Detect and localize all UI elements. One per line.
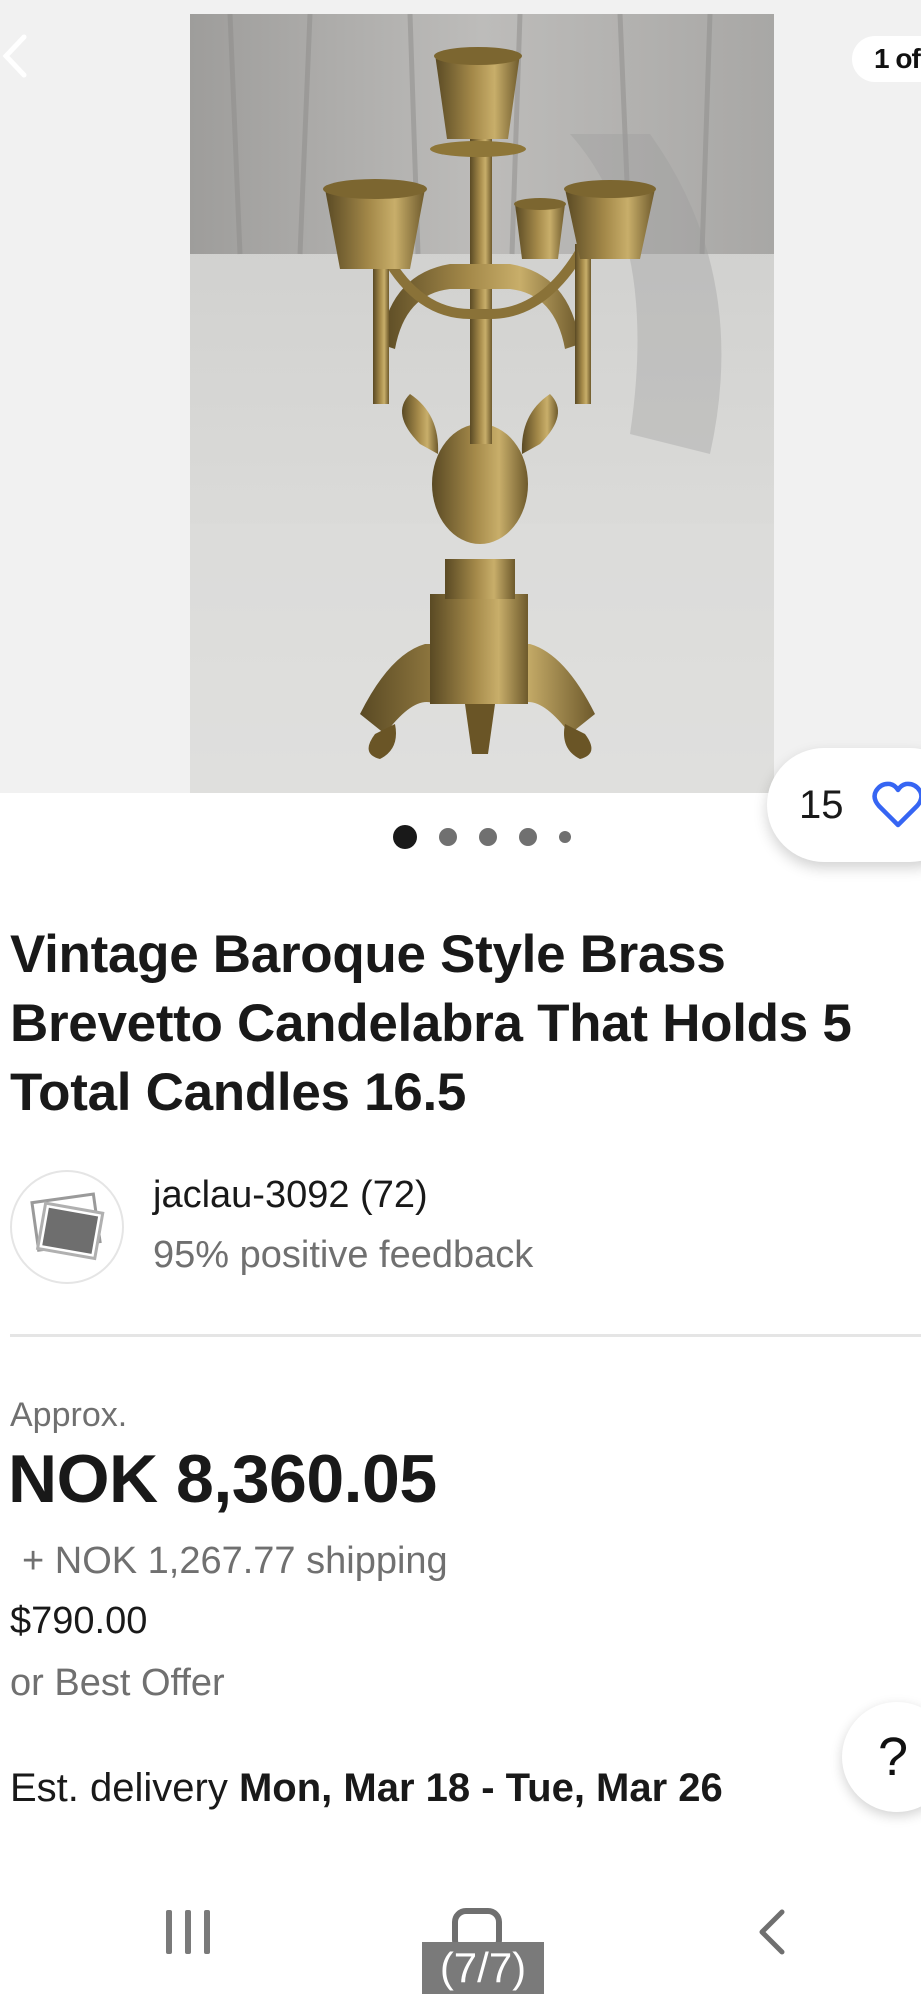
pagination-dot[interactable] <box>439 828 457 846</box>
gallery-pagination[interactable] <box>393 824 571 850</box>
recent-apps-icon[interactable] <box>166 1910 210 1954</box>
best-offer-label: or Best Offer <box>10 1662 225 1704</box>
original-price: $790.00 <box>10 1600 148 1642</box>
product-photo[interactable] <box>190 14 774 793</box>
watch-button[interactable]: 15 <box>767 748 921 862</box>
page-indicator-overlay: (7/7) <box>422 1942 544 1994</box>
photo-placeholder-icon <box>30 1192 105 1261</box>
seller-info[interactable]: jaclau-3092 (72) 95% positive feedback <box>10 1170 910 1290</box>
chevron-left-icon <box>2 34 27 78</box>
pagination-dot[interactable] <box>393 825 417 849</box>
seller-avatar[interactable] <box>10 1170 124 1284</box>
estimated-delivery: Est. delivery Mon, Mar 18 - Tue, Mar 26 <box>10 1766 723 1811</box>
converted-price: NOK 8,360.05 <box>8 1441 437 1517</box>
image-counter: 1 of <box>852 36 921 82</box>
seller-feedback: 95% positive feedback <box>153 1234 534 1276</box>
listing-page: 1 of 15 Vintage Baroque Style Brass Brev… <box>0 0 921 1994</box>
back-button[interactable] <box>0 30 34 82</box>
back-arrow-icon[interactable] <box>752 1906 792 1958</box>
pagination-dot[interactable] <box>519 828 537 846</box>
seller-name[interactable]: jaclau-3092 (72) <box>153 1174 428 1217</box>
help-button[interactable]: ? <box>842 1702 921 1812</box>
pagination-dot[interactable] <box>559 831 571 843</box>
delivery-label: Est. delivery <box>10 1766 239 1810</box>
shipping-cost: + NOK 1,267.77 shipping <box>22 1540 448 1582</box>
image-gallery[interactable]: 1 of <box>0 0 921 793</box>
listing-title: Vintage Baroque Style Brass Brevetto Can… <box>10 925 852 1122</box>
divider <box>10 1334 921 1337</box>
approx-label: Approx. <box>10 1396 128 1434</box>
pagination-dot[interactable] <box>479 828 497 846</box>
heart-icon <box>871 781 921 828</box>
watch-count: 15 <box>799 782 844 827</box>
delivery-dates: Mon, Mar 18 - Tue, Mar 26 <box>238 1766 723 1810</box>
